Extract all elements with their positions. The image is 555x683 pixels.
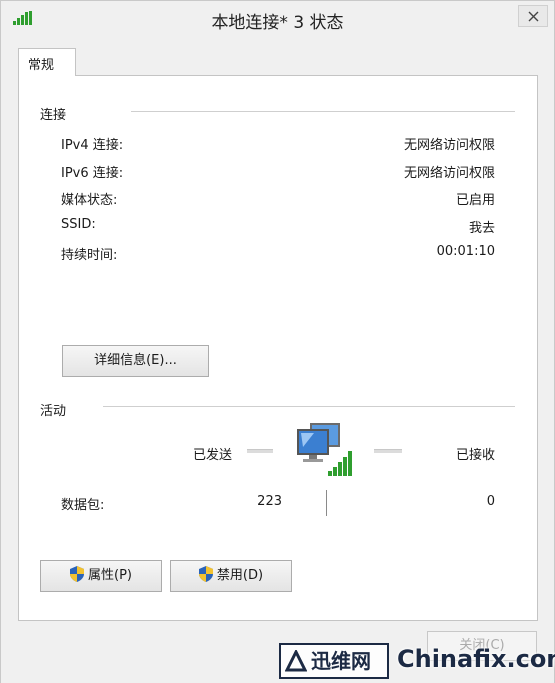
packets-divider	[326, 490, 327, 516]
status-dialog: 本地连接* 3 状态 常规 连接 IPv4 连接: 无网络访问权限 IPv6 连…	[0, 0, 555, 683]
connection-divider	[131, 111, 515, 112]
properties-button-label: 属性(P)	[88, 568, 132, 583]
received-label: 已接收	[455, 448, 495, 463]
duration-label: 持续时间:	[61, 248, 118, 263]
received-line	[374, 449, 402, 454]
window-close-button[interactable]	[518, 5, 548, 27]
ipv4-value: 无网络访问权限	[403, 138, 495, 153]
disable-button-label: 禁用(D)	[216, 568, 264, 583]
packets-sent-value: 223	[257, 494, 282, 509]
watermark-site-text: Chinafix.com	[397, 645, 555, 673]
network-computers-icon	[297, 423, 352, 476]
watermark: 迅维网 Chinafix.com	[279, 643, 555, 679]
watermark-logo: 迅维网	[279, 643, 389, 679]
details-button[interactable]: 详细信息(E)...	[62, 345, 209, 377]
activity-section-label: 活动	[40, 404, 67, 419]
ipv6-label: IPv6 连接:	[61, 166, 124, 181]
title-bar: 本地连接* 3 状态	[1, 1, 554, 39]
sent-line	[247, 449, 273, 454]
packets-received-value: 0	[486, 494, 495, 509]
properties-button[interactable]: 属性(P)	[40, 560, 162, 592]
logo-icon	[285, 650, 307, 672]
close-icon	[528, 11, 539, 22]
ssid-label: SSID:	[61, 217, 96, 232]
media-state-value: 已启用	[455, 193, 495, 208]
ipv6-value: 无网络访问权限	[403, 166, 495, 181]
tab-general[interactable]: 常规	[18, 48, 76, 76]
duration-value: 00:01:10	[436, 244, 495, 259]
media-state-label: 媒体状态:	[61, 193, 118, 208]
sent-label: 已发送	[193, 448, 233, 463]
watermark-logo-text: 迅维网	[311, 649, 371, 673]
general-panel: 连接 IPv4 连接: 无网络访问权限 IPv6 连接: 无网络访问权限 媒体状…	[18, 75, 538, 621]
disable-button[interactable]: 禁用(D)	[170, 560, 292, 592]
connection-section-label: 连接	[40, 108, 67, 123]
ssid-value: 我去	[468, 221, 495, 236]
window-title: 本地连接* 3 状态	[211, 13, 344, 33]
packets-label: 数据包:	[61, 498, 105, 513]
ipv4-label: IPv4 连接:	[61, 138, 124, 153]
uac-shield-icon	[70, 566, 84, 582]
uac-shield-icon	[198, 566, 213, 582]
activity-divider	[103, 406, 515, 407]
